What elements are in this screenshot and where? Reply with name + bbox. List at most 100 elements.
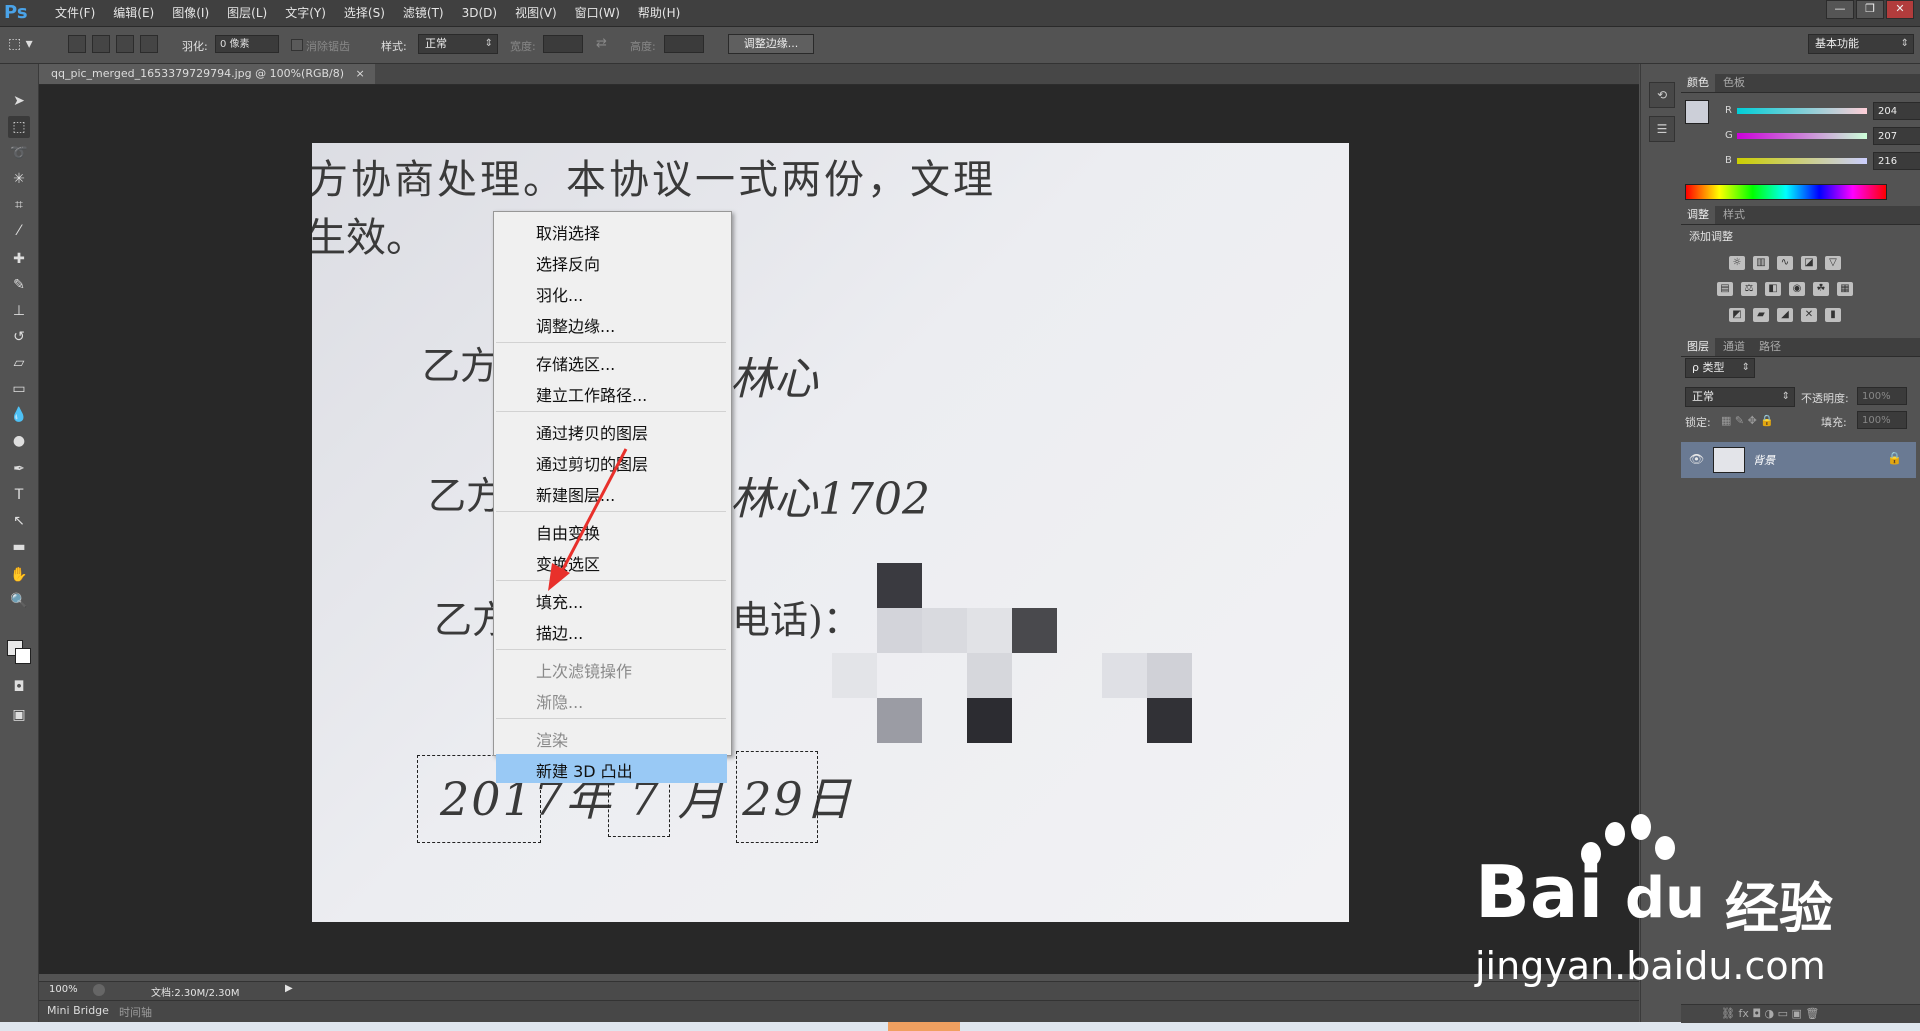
- menu-item-deselect[interactable]: 取消选择: [536, 220, 600, 244]
- threshold-icon[interactable]: ◢: [1777, 308, 1793, 322]
- tab-swatches[interactable]: 色板: [1717, 74, 1751, 92]
- menu-window[interactable]: 窗口(W): [566, 0, 629, 26]
- intersect-selection-icon[interactable]: [140, 35, 158, 53]
- eyedropper-tool-icon[interactable]: ⁄: [8, 220, 30, 242]
- quick-mask-icon[interactable]: ◘: [8, 676, 30, 698]
- eraser-tool-icon[interactable]: ▱: [8, 352, 30, 374]
- brush-tool-icon[interactable]: ✎: [8, 274, 30, 296]
- zoom-level[interactable]: 100%: [49, 984, 78, 995]
- posterize-icon[interactable]: ▰: [1753, 308, 1769, 322]
- pen-tool-icon[interactable]: ✒: [8, 458, 30, 480]
- menu-3d[interactable]: 3D(D): [453, 0, 506, 26]
- levels-icon[interactable]: ▥: [1753, 256, 1769, 270]
- lasso-tool-icon[interactable]: ➰: [8, 142, 30, 164]
- lock-icons[interactable]: ▦ ✎ ✥ 🔒: [1721, 414, 1774, 427]
- clone-stamp-tool-icon[interactable]: ⊥: [8, 300, 30, 322]
- tab-styles[interactable]: 样式: [1717, 206, 1751, 224]
- menu-help[interactable]: 帮助(H): [629, 0, 689, 26]
- green-value-input[interactable]: 207: [1873, 127, 1920, 145]
- refine-edge-button[interactable]: 调整边缘...: [728, 34, 814, 54]
- subtract-selection-icon[interactable]: [116, 35, 134, 53]
- exposure-icon[interactable]: ◪: [1801, 256, 1817, 270]
- menu-item-make-work-path[interactable]: 建立工作路径...: [536, 382, 647, 406]
- selection-marquee[interactable]: [736, 751, 818, 843]
- foreground-swatch[interactable]: [1685, 100, 1709, 124]
- blue-slider[interactable]: [1737, 158, 1867, 164]
- workspace-select[interactable]: 基本功能: [1808, 34, 1914, 54]
- taskbar-item[interactable]: [888, 1022, 960, 1031]
- tab-layers[interactable]: 图层: [1681, 338, 1715, 356]
- path-selection-tool-icon[interactable]: ↖: [8, 510, 30, 532]
- menu-item-save-selection[interactable]: 存储选区...: [536, 351, 615, 375]
- mini-bridge-tab[interactable]: Mini Bridge: [47, 1004, 109, 1017]
- feather-input[interactable]: 0 像素: [215, 35, 279, 53]
- menu-file[interactable]: 文件(F): [46, 0, 104, 26]
- menu-item-select-inverse[interactable]: 选择反向: [536, 251, 600, 275]
- color-lookup-icon[interactable]: ▦: [1837, 282, 1853, 296]
- screen-mode-icon[interactable]: ▣: [8, 704, 30, 726]
- opacity-input[interactable]: 100%: [1857, 387, 1907, 405]
- menu-select[interactable]: 选择(S): [335, 0, 394, 26]
- menu-item-refine-edge[interactable]: 调整边缘...: [536, 313, 615, 337]
- hand-tool-icon[interactable]: ✋: [8, 564, 30, 586]
- background-color-swatch[interactable]: [15, 648, 31, 664]
- menu-filter[interactable]: 滤镜(T): [394, 0, 453, 26]
- image-canvas[interactable]: 方协商处理。本协议一式两份，文理 生效。 乙方 林心 乙方 林心1702 乙方 …: [312, 143, 1349, 922]
- status-menu-arrow-icon[interactable]: ▶: [285, 983, 293, 994]
- menu-item-new-3d-extrusion[interactable]: 新建 3D 凸出: [536, 758, 633, 782]
- new-selection-icon[interactable]: [68, 35, 86, 53]
- tab-adjustments[interactable]: 调整: [1681, 206, 1715, 224]
- curves-icon[interactable]: ∿: [1777, 256, 1793, 270]
- dodge-tool-icon[interactable]: ●: [8, 430, 30, 452]
- layer-name[interactable]: 背景: [1753, 452, 1775, 468]
- type-tool-icon[interactable]: T: [8, 484, 30, 506]
- tab-paths[interactable]: 路径: [1753, 338, 1787, 356]
- vibrance-icon[interactable]: ▽: [1825, 256, 1841, 270]
- color-spectrum-bar[interactable]: [1685, 184, 1887, 200]
- marquee-tool-icon[interactable]: ⬚: [8, 116, 30, 138]
- layer-visibility-eye-icon[interactable]: 👁: [1689, 452, 1704, 466]
- healing-brush-tool-icon[interactable]: ✚: [8, 248, 30, 270]
- menu-image[interactable]: 图像(I): [163, 0, 218, 26]
- brightness-icon[interactable]: ☼: [1729, 256, 1745, 270]
- green-slider[interactable]: [1737, 133, 1867, 139]
- document-tab-close-icon[interactable]: ×: [356, 67, 365, 80]
- menu-view[interactable]: 视图(V): [506, 0, 566, 26]
- channel-mixer-icon[interactable]: ☘: [1813, 282, 1829, 296]
- red-slider[interactable]: [1737, 108, 1867, 114]
- black-white-icon[interactable]: ◧: [1765, 282, 1781, 296]
- selective-color-icon[interactable]: ✕: [1801, 308, 1817, 322]
- gradient-tool-icon[interactable]: ▭: [8, 378, 30, 400]
- red-value-input[interactable]: 204: [1873, 102, 1920, 120]
- status-info-icon[interactable]: [93, 984, 105, 996]
- marquee-preset-icon[interactable]: ⬚ ▾: [8, 34, 48, 54]
- timeline-tab[interactable]: 时间轴: [119, 1004, 152, 1020]
- rectangle-tool-icon[interactable]: ▬: [8, 536, 30, 558]
- history-brush-tool-icon[interactable]: ↺: [8, 326, 30, 348]
- close-button[interactable]: ✕: [1886, 0, 1914, 19]
- properties-panel-icon[interactable]: ☰: [1649, 116, 1675, 142]
- crop-tool-icon[interactable]: ⌗: [8, 194, 30, 216]
- swap-icon[interactable]: ⇄: [596, 36, 607, 51]
- blur-tool-icon[interactable]: 💧: [8, 404, 30, 426]
- add-selection-icon[interactable]: [92, 35, 110, 53]
- move-tool-icon[interactable]: ➤: [8, 90, 30, 112]
- tab-channels[interactable]: 通道: [1717, 338, 1751, 356]
- color-balance-icon[interactable]: ⚖: [1741, 282, 1757, 296]
- blend-mode-select[interactable]: 正常: [1685, 387, 1795, 407]
- blue-value-input[interactable]: 216: [1873, 152, 1920, 170]
- menu-item-stroke[interactable]: 描边...: [536, 620, 583, 644]
- menu-edit[interactable]: 编辑(E): [104, 0, 163, 26]
- menu-item-layer-via-copy[interactable]: 通过拷贝的图层: [536, 420, 648, 444]
- style-select[interactable]: 正常: [418, 34, 498, 54]
- photo-filter-icon[interactable]: ◉: [1789, 282, 1805, 296]
- minimize-button[interactable]: —: [1826, 0, 1854, 19]
- menu-layer[interactable]: 图层(L): [218, 0, 276, 26]
- hue-saturation-icon[interactable]: ▤: [1717, 282, 1733, 296]
- document-tab[interactable]: qq_pic_merged_1653379729794.jpg @ 100%(R…: [39, 64, 375, 84]
- width-input[interactable]: [543, 35, 583, 53]
- layer-filter-select[interactable]: ρ 类型: [1685, 358, 1755, 378]
- history-panel-icon[interactable]: ⟲: [1649, 82, 1675, 108]
- antialias-checkbox[interactable]: [291, 39, 303, 51]
- gradient-map-icon[interactable]: ▮: [1825, 308, 1841, 322]
